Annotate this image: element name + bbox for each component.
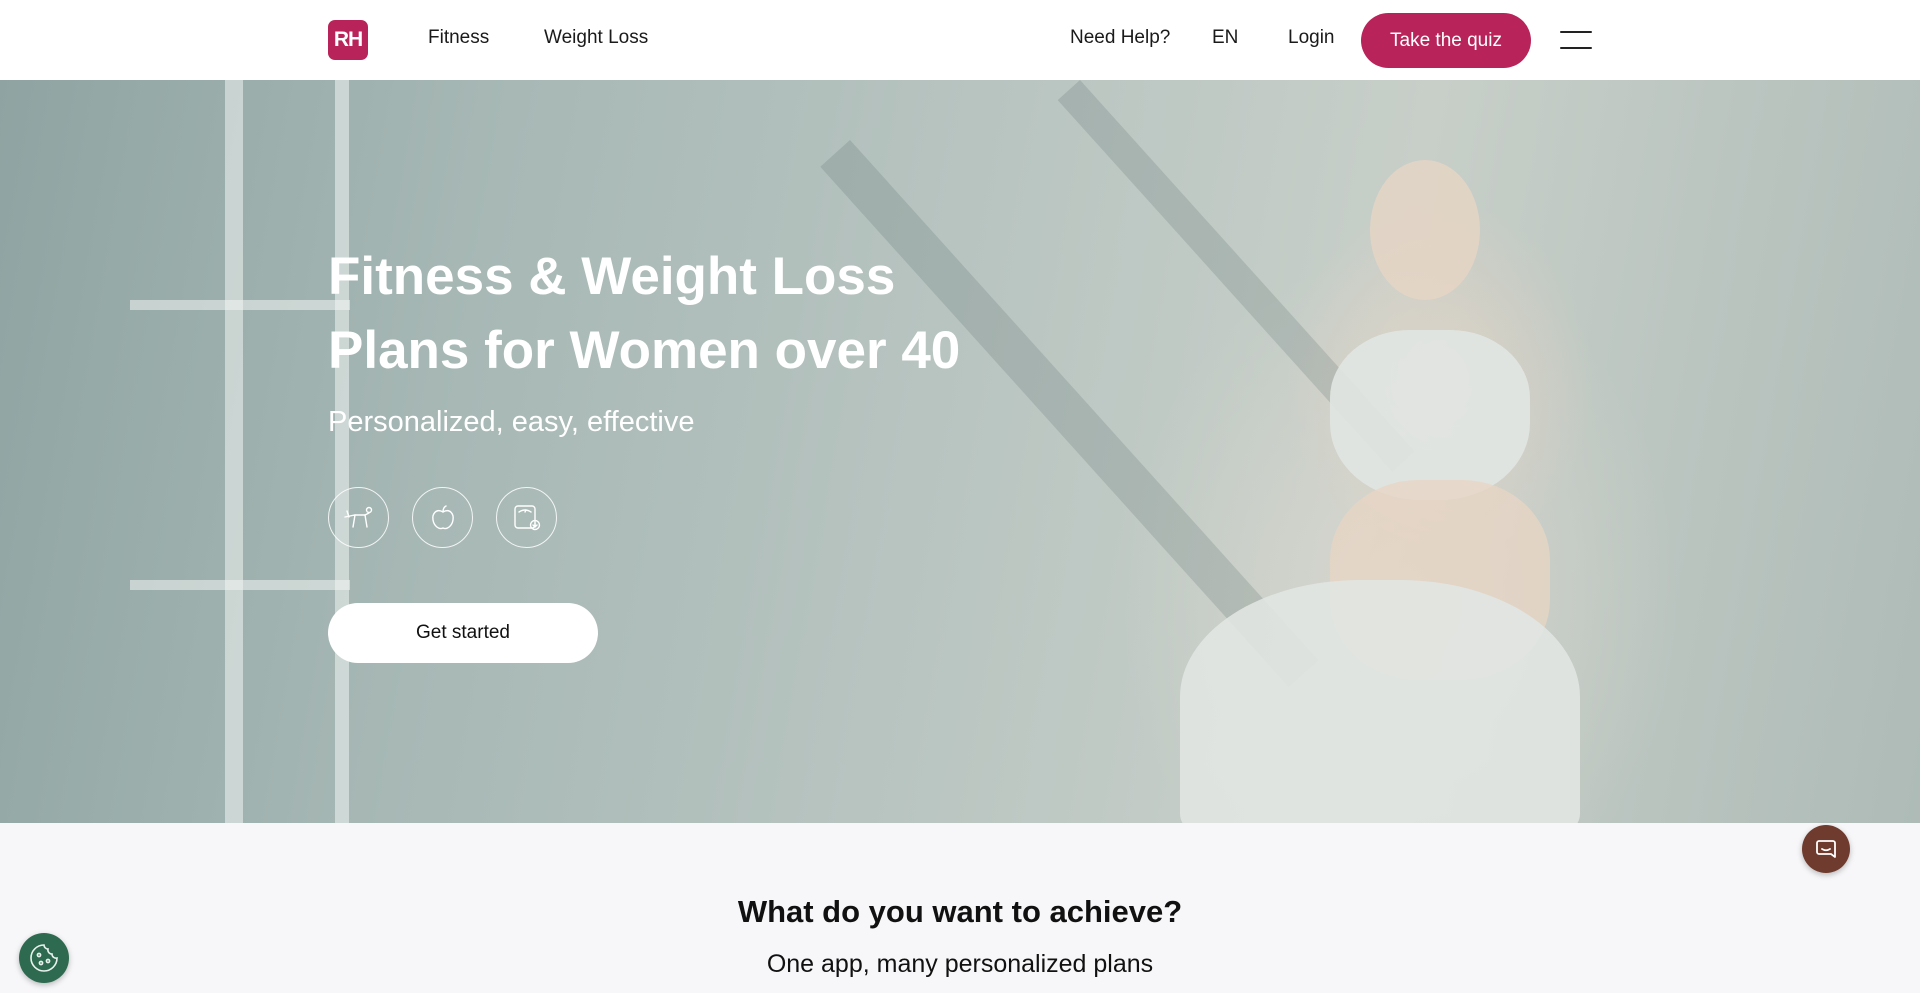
language-selector[interactable]: EN xyxy=(1212,26,1238,50)
hero-photo-figure xyxy=(1180,580,1580,823)
hero-photo-figure xyxy=(1330,330,1530,500)
nav-link-weight-loss[interactable]: Weight Loss xyxy=(544,26,648,50)
light-shadow xyxy=(820,140,1319,687)
get-started-button[interactable]: Get started xyxy=(328,603,598,663)
hero-title: Fitness & Weight Loss Plans for Women ov… xyxy=(328,247,961,380)
hero-section: Fitness & Weight Loss Plans for Women ov… xyxy=(0,80,1920,823)
window-frame xyxy=(130,300,350,310)
login-link[interactable]: Login xyxy=(1288,26,1335,50)
logo[interactable]: RH xyxy=(328,20,368,60)
take-quiz-button[interactable]: Take the quiz xyxy=(1361,13,1531,68)
hamburger-menu-icon[interactable] xyxy=(1556,28,1596,52)
window-frame xyxy=(335,80,349,823)
hero-subtitle: Personalized, easy, effective xyxy=(328,406,695,438)
hero-photo-figure xyxy=(1370,160,1480,300)
section-title: What do you want to achieve? xyxy=(737,894,1183,929)
exercise-icon xyxy=(328,487,389,548)
window-frame xyxy=(225,80,243,823)
site-header: RH Fitness Weight Loss Need Help? EN Log… xyxy=(0,0,1920,80)
window-frame xyxy=(130,580,350,590)
scale-icon xyxy=(496,487,557,548)
section-subtitle: One app, many personalized plans xyxy=(766,950,1154,978)
cookie-settings-icon[interactable] xyxy=(19,933,69,983)
nav-link-fitness[interactable]: Fitness xyxy=(428,26,489,50)
chat-icon[interactable] xyxy=(1802,825,1850,873)
need-help-link[interactable]: Need Help? xyxy=(1070,26,1170,50)
apple-icon xyxy=(412,487,473,548)
